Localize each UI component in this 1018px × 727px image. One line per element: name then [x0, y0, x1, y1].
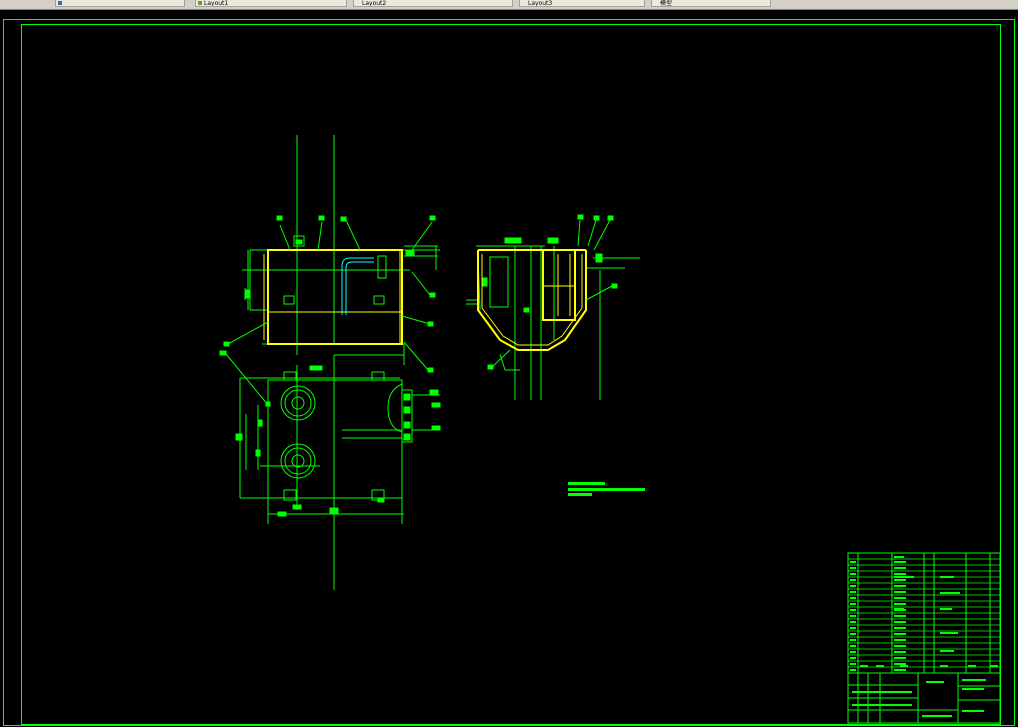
parts-list-index-mark	[850, 579, 856, 581]
tab-layout3[interactable]: Layout3	[519, 0, 645, 7]
parts-list-index-mark	[850, 615, 856, 617]
tab-label: Layout3	[528, 0, 553, 7]
technical-notes	[568, 482, 645, 496]
tab-label: Layout2	[362, 0, 387, 7]
tab-label: 模型	[660, 0, 673, 7]
parts-list-name-mark	[894, 579, 906, 581]
tab-layout1[interactable]: Layout1	[195, 0, 347, 7]
top-view	[219, 350, 441, 590]
parts-list-name-mark	[894, 585, 906, 587]
parts-list-name-mark	[894, 633, 906, 635]
drawing-canvas[interactable]	[0, 10, 1018, 727]
grid-icon	[58, 1, 62, 5]
parts-list-index-mark	[850, 645, 856, 647]
title-block	[847, 552, 1001, 724]
parts-list-name-mark	[894, 669, 906, 671]
parts-list-index-mark	[850, 657, 856, 659]
side-view	[466, 214, 640, 400]
parts-list-name-mark	[894, 591, 906, 593]
parts-list-index-mark	[850, 609, 856, 611]
parts-list-index-mark	[850, 663, 856, 665]
parts-list-index-mark	[850, 669, 856, 671]
layout-icon	[198, 1, 202, 5]
tab-model[interactable]: 模型	[651, 0, 771, 7]
parts-list-index-mark	[850, 567, 856, 569]
parts-list-name-mark	[894, 639, 906, 641]
tab-label: Layout1	[204, 0, 229, 7]
parts-list-index-mark	[850, 603, 856, 605]
parts-list-name-mark	[894, 663, 906, 665]
parts-list-name-mark	[894, 621, 906, 623]
parts-list-name-mark	[894, 627, 906, 629]
drawing-tab-bar: Layout1 Layout2 Layout3 模型	[0, 0, 1018, 10]
front-view	[223, 135, 440, 373]
parts-list-name-mark	[894, 561, 906, 563]
parts-list-name-mark	[894, 597, 906, 599]
parts-list-index-mark	[850, 585, 856, 587]
tab-grid-view[interactable]	[55, 0, 185, 7]
cad-drawing	[3, 19, 1015, 726]
parts-list-name-mark	[894, 645, 906, 647]
parts-list-name-mark	[894, 603, 906, 605]
parts-list-index-mark	[850, 651, 856, 653]
parts-list-index-mark	[850, 561, 856, 563]
parts-list-index-mark	[850, 573, 856, 575]
parts-list-index-mark	[850, 591, 856, 593]
parts-list-name-mark	[894, 615, 906, 617]
parts-list-index-mark	[850, 627, 856, 629]
parts-list-index-mark	[850, 597, 856, 599]
parts-list-name-mark	[894, 567, 906, 569]
parts-list-index-mark	[850, 639, 856, 641]
parts-list-name-mark	[894, 657, 906, 659]
parts-list-index-mark	[850, 621, 856, 623]
tab-layout2[interactable]: Layout2	[353, 0, 513, 7]
parts-list-name-mark	[894, 651, 906, 653]
parts-list-index-mark	[850, 633, 856, 635]
sheet-border	[3, 19, 1015, 726]
parts-list-name-mark	[894, 573, 906, 575]
